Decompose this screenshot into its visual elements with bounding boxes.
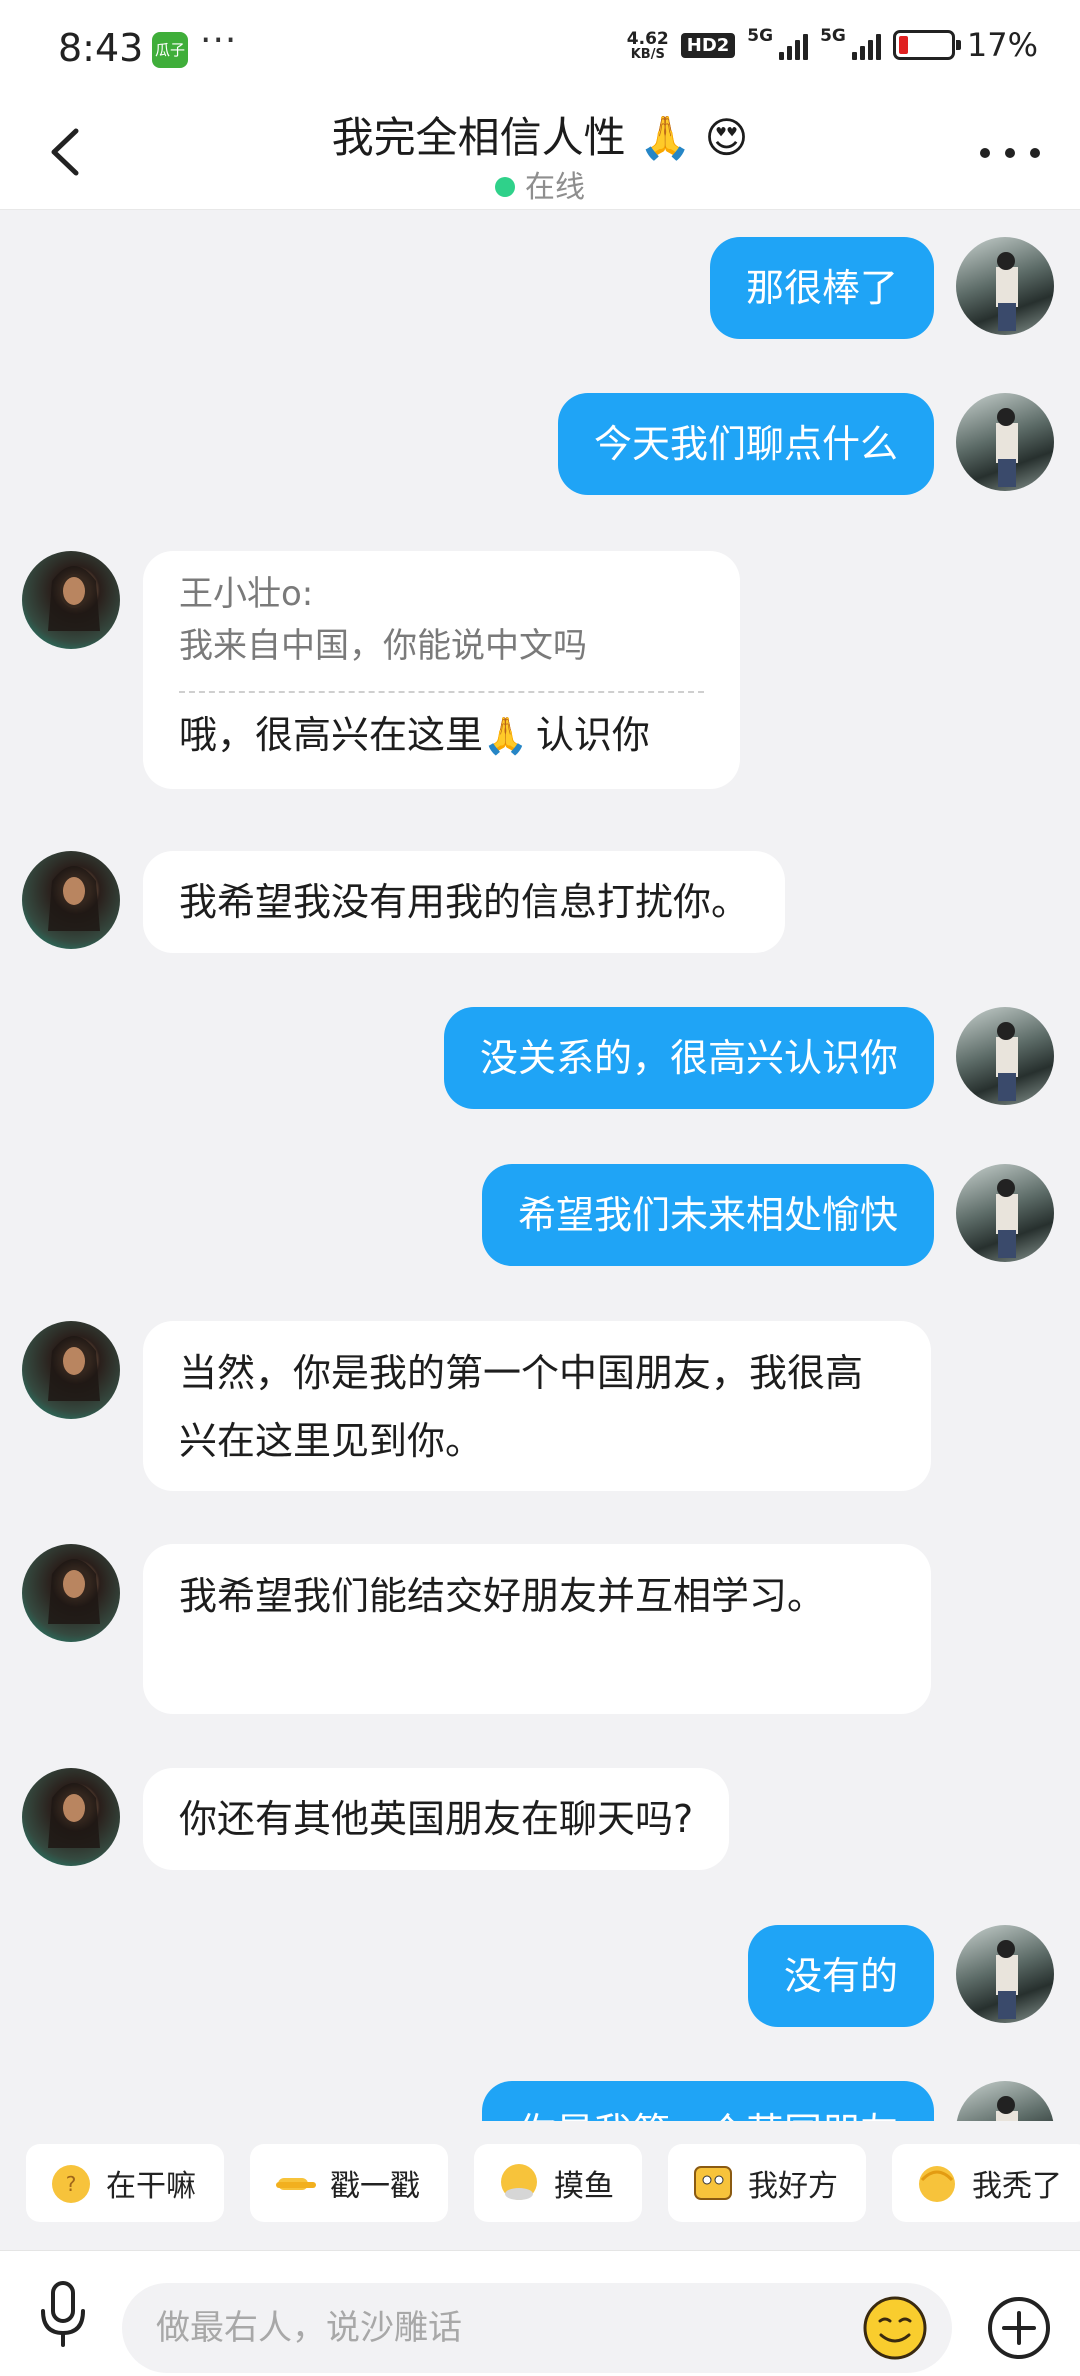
signal-strength-icon: [851, 30, 881, 60]
folded-hands-emoji-icon: 🙏: [483, 716, 528, 757]
message-row-incoming: 你还有其他英国朋友在聊天吗?: [0, 1768, 1080, 1872]
quick-reply-bar: ? 在干嘛 戳一戳 摸鱼 我好方 我秃了: [0, 2122, 1080, 2246]
status-bar: 8:43 瓜子 ··· 4.62 KB/S HD2 5G 5G 17%: [0, 0, 1080, 96]
quick-reply-chip[interactable]: 我秃了: [892, 2144, 1080, 2222]
sim1-network-type: 5G: [747, 26, 774, 46]
message-row-incoming: 我希望我们能结交好朋友并互相学习。: [0, 1544, 1080, 1716]
chat-header: 我完全相信人性 🙏 😍 在线: [0, 96, 1080, 210]
message-bubble-outgoing[interactable]: 没有的: [747, 1925, 934, 2027]
message-row-outgoing: 你是我第一个英国朋友: [0, 2081, 1080, 2121]
message-bubble-incoming[interactable]: 我希望我没有用我的信息打扰你。: [143, 851, 786, 953]
message-row-incoming: 我希望我没有用我的信息打扰你。: [0, 851, 1080, 955]
quoted-text: 我来自中国，你能说中文吗: [179, 626, 587, 666]
svg-text:?: ?: [66, 2172, 77, 2196]
sim2-network-type: 5G: [820, 26, 846, 46]
more-actions-button[interactable]: [986, 2295, 1052, 2361]
message-bubble-incoming[interactable]: 你还有其他英国朋友在聊天吗?: [143, 1768, 730, 1870]
message-row-outgoing: 希望我们未来相处愉快: [0, 1164, 1080, 1268]
message-bubble-outgoing[interactable]: 没关系的，很高兴认识你: [443, 1007, 934, 1109]
message-list[interactable]: 那很棒了 今天我们聊点什么 王小壮o: 我来自中国，你能说中文吗 哦，很高兴在这…: [0, 211, 1080, 2121]
contact-avatar[interactable]: [22, 1321, 120, 1419]
sticker-fish-icon: [501, 2164, 537, 2200]
sticker-bald-icon: [919, 2166, 955, 2202]
voice-input-button[interactable]: [36, 2279, 90, 2349]
dot-icon: [980, 148, 990, 158]
message-bubble-outgoing[interactable]: 今天我们聊点什么: [557, 393, 934, 495]
message-text-part: 哦，很高兴在这里: [179, 713, 484, 757]
message-row-outgoing: 那很棒了: [0, 237, 1080, 341]
quick-reply-label: 在干嘛: [106, 2169, 196, 2204]
quick-reply-label: 我秃了: [972, 2169, 1062, 2204]
message-row-incoming: 王小壮o: 我来自中国，你能说中文吗 哦，很高兴在这里🙏 认识你: [0, 551, 1080, 801]
online-status-label: 在线: [525, 170, 585, 205]
contact-avatar[interactable]: [22, 1768, 120, 1866]
battery-percent: 17%: [966, 26, 1038, 64]
quick-reply-chip[interactable]: 我好方: [668, 2144, 866, 2222]
network-speed-value: 4.62: [626, 28, 669, 49]
contact-avatar[interactable]: [22, 1544, 120, 1642]
input-bar: [0, 2250, 1080, 2376]
quick-reply-chip[interactable]: ? 在干嘛: [26, 2144, 224, 2222]
quick-reply-label: 我好方: [748, 2169, 838, 2204]
my-avatar[interactable]: [956, 1007, 1054, 1105]
plus-circle-icon: [988, 2297, 1050, 2359]
sticker-question-icon: ?: [52, 2165, 90, 2203]
contact-avatar[interactable]: [22, 551, 120, 649]
message-text: 哦，很高兴在这里🙏 认识你: [179, 701, 704, 771]
square-face-icon: [694, 2166, 732, 2200]
message-bubble-outgoing[interactable]: 希望我们未来相处愉快: [481, 1164, 934, 1266]
smiley-face-icon: [863, 2296, 927, 2360]
pointing-hand-icon: [276, 2178, 316, 2190]
battery-icon: [892, 30, 961, 60]
quoted-sender: 王小壮o:: [179, 574, 314, 614]
quick-reply-chip[interactable]: 戳一戳: [250, 2144, 448, 2222]
message-text-part: 认识你: [535, 713, 650, 757]
my-avatar[interactable]: [956, 2081, 1054, 2121]
more-notifications-icon: ···: [200, 20, 238, 61]
network-speed: 4.62 KB/S: [627, 30, 669, 61]
contact-name[interactable]: 我完全相信人性 🙏 😍: [0, 104, 1080, 165]
message-input[interactable]: [122, 2283, 952, 2373]
my-avatar[interactable]: [956, 1925, 1054, 2023]
quick-reply-chip[interactable]: 摸鱼: [474, 2144, 642, 2222]
message-row-incoming: 当然，你是我的第一个中国朋友，我很高兴在这里见到你。: [0, 1321, 1080, 1493]
online-dot-icon: [495, 176, 515, 197]
message-bubble-incoming[interactable]: 当然，你是我的第一个中国朋友，我很高兴在这里见到你。: [143, 1321, 931, 1491]
my-avatar[interactable]: [956, 1164, 1054, 1262]
status-right-cluster: 4.62 KB/S HD2 5G 5G 17%: [627, 26, 1038, 64]
network-speed-unit: KB/S: [630, 46, 665, 62]
app-notification-icon: 瓜子: [152, 32, 188, 68]
dot-icon: [1005, 148, 1015, 158]
microphone-icon: [41, 2281, 85, 2347]
message-row-outgoing: 今天我们聊点什么: [0, 393, 1080, 497]
signal-strength-icon: [779, 30, 809, 60]
my-avatar[interactable]: [956, 393, 1054, 491]
more-options-button[interactable]: [980, 138, 1040, 168]
quick-reply-label: 摸鱼: [554, 2169, 614, 2204]
message-bubble-incoming[interactable]: 我希望我们能结交好朋友并互相学习。: [143, 1544, 931, 1714]
message-bubble-outgoing[interactable]: 你是我第一个英国朋友: [481, 2081, 934, 2121]
dot-icon: [1030, 148, 1040, 158]
quote-divider: [179, 691, 704, 693]
message-bubble-incoming[interactable]: 王小壮o: 我来自中国，你能说中文吗 哦，很高兴在这里🙏 认识你: [143, 551, 740, 789]
message-row-outgoing: 没有的: [0, 1925, 1080, 2029]
contact-avatar[interactable]: [22, 851, 120, 949]
message-row-outgoing: 没关系的，很高兴认识你: [0, 1007, 1080, 1111]
my-avatar[interactable]: [956, 237, 1054, 335]
hd-voice-icon: HD2: [680, 32, 736, 58]
status-time: 8:43: [58, 26, 144, 70]
message-bubble-outgoing[interactable]: 那很棒了: [709, 237, 934, 339]
online-status: 在线: [0, 162, 1080, 206]
quick-reply-label: 戳一戳: [330, 2169, 420, 2204]
emoji-button[interactable]: [862, 2295, 928, 2361]
